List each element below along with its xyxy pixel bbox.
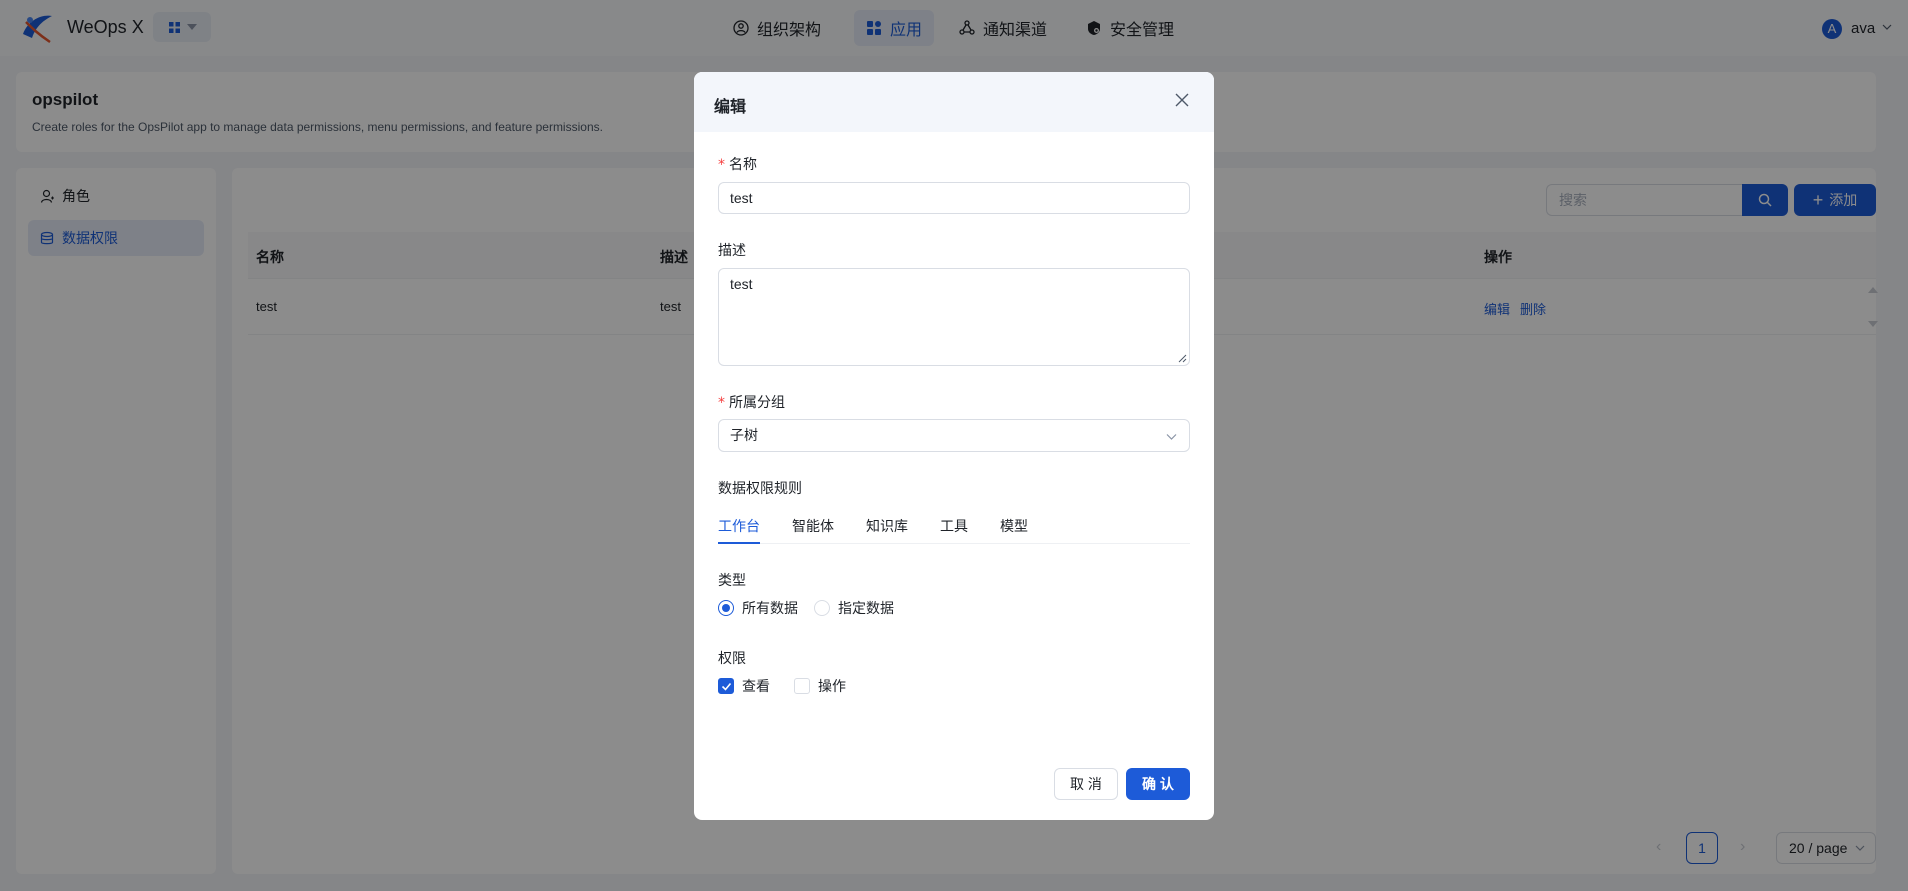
resize-handle-icon[interactable]: [1177, 353, 1187, 363]
description-label: 描述: [718, 242, 746, 258]
checkbox-checked-icon: [718, 678, 734, 694]
radio-specified-data[interactable]: 指定数据: [814, 598, 894, 618]
modal-title: 编辑: [714, 99, 747, 116]
required-mark: *: [718, 157, 725, 173]
name-input[interactable]: test: [718, 182, 1190, 214]
tab-agent[interactable]: 智能体: [792, 516, 834, 536]
permission-label: 权限: [718, 650, 746, 666]
radio-all-data[interactable]: 所有数据: [718, 598, 798, 618]
group-select-value: 子树: [730, 427, 758, 443]
checkbox-operate[interactable]: 操作: [794, 676, 846, 696]
edit-modal: 编辑 * 名称 test 描述 test * 所属分组 子树 数据权限规则 工作台 …: [694, 72, 1214, 820]
tab-knowledge-base[interactable]: 知识库: [866, 516, 908, 536]
rules-label: 数据权限规则: [718, 480, 802, 496]
type-label: 类型: [718, 572, 746, 588]
radio-checked-icon: [718, 600, 734, 616]
description-value: test: [730, 276, 753, 292]
description-textarea[interactable]: test: [718, 268, 1190, 366]
group-select[interactable]: 子树: [718, 419, 1190, 452]
active-tab-indicator: [718, 542, 760, 544]
rules-tabs: 工作台 智能体 知识库 工具 模型: [718, 506, 1190, 544]
tab-workbench[interactable]: 工作台: [718, 516, 760, 536]
required-mark: *: [718, 395, 725, 411]
close-icon[interactable]: [1174, 92, 1190, 108]
cancel-button[interactable]: 取 消: [1054, 768, 1118, 800]
checkbox-view[interactable]: 查看: [718, 676, 770, 696]
tab-model[interactable]: 模型: [1000, 516, 1028, 536]
name-label: * 名称: [718, 156, 757, 173]
modal-header: 编辑: [694, 72, 1214, 132]
confirm-button[interactable]: 确 认: [1126, 768, 1190, 800]
chevron-down-icon: [1166, 434, 1177, 440]
group-label: * 所属分组: [718, 394, 785, 411]
checkbox-unchecked-icon: [794, 678, 810, 694]
radio-unchecked-icon: [814, 600, 830, 616]
tab-tools[interactable]: 工具: [940, 516, 968, 536]
